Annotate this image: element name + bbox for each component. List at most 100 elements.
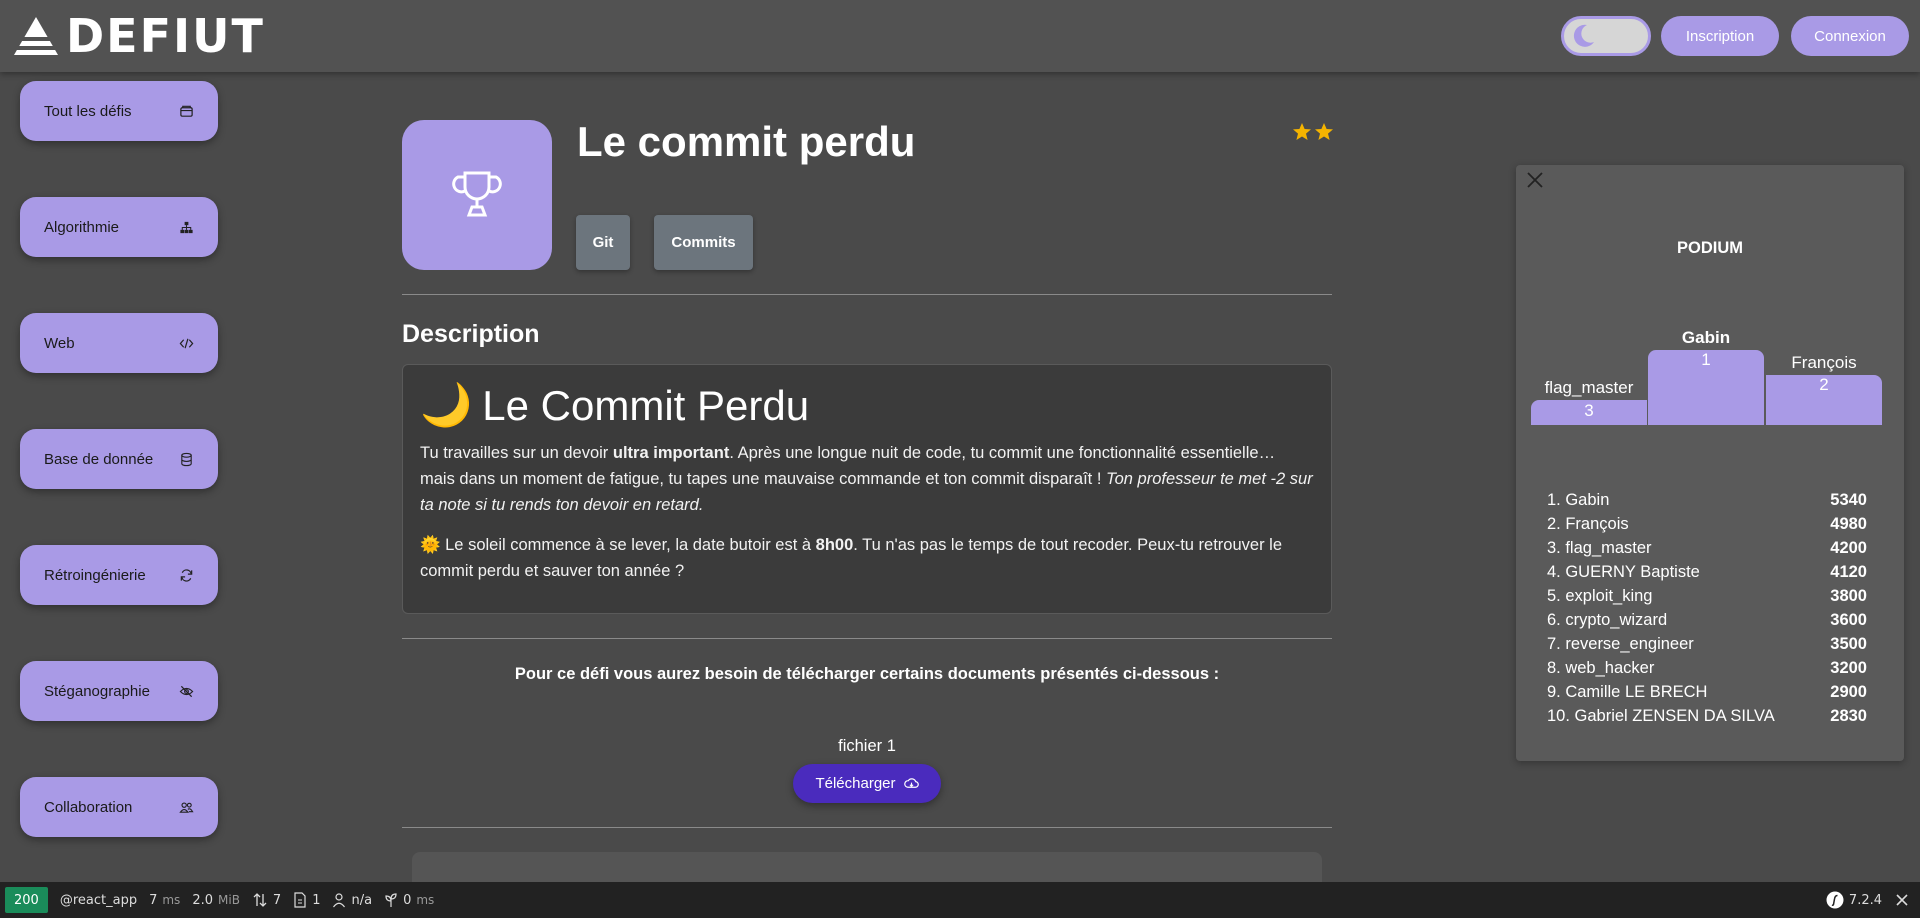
podium-second-name: François	[1791, 353, 1857, 372]
download-button-label: Télécharger	[815, 775, 896, 792]
time-metric[interactable]: 7 ms	[149, 893, 180, 908]
desc-text: Le soleil commence à se lever, la date b…	[440, 536, 816, 554]
route-label: @react_app	[59, 892, 138, 908]
player-score: 4980	[1830, 515, 1867, 533]
cloud-download-icon	[903, 778, 919, 788]
podium-panel: PODIUM Gabin 1 François 2 flag_master 3 …	[1516, 165, 1904, 761]
logo-triangle-icon	[14, 17, 58, 55]
sun-emoji: 🌞	[420, 536, 441, 554]
sidebar-item-steganography[interactable]: Stéganographie	[20, 661, 218, 721]
player-name: 1. Gabin	[1547, 491, 1610, 509]
user-metric[interactable]: n/a	[332, 892, 372, 908]
sidebar-item-collaboration[interactable]: Collaboration	[20, 777, 218, 837]
divider	[402, 827, 1332, 828]
player-name: 10. Gabriel ZENSEN DA SILVA	[1547, 707, 1775, 725]
time-value: 7	[149, 892, 158, 908]
memory-metric[interactable]: 2.0 MiB	[192, 893, 240, 908]
player-score: 4200	[1830, 539, 1867, 557]
leaderboard-row: 8. web_hacker 3200	[1547, 656, 1867, 680]
star-icon	[1315, 123, 1333, 140]
description-paragraph-2: 🌞 Le soleil commence à se lever, la date…	[420, 532, 1314, 584]
challenge-icon-tile	[402, 120, 552, 270]
star-icon	[1293, 123, 1311, 140]
podium-third-place: 3	[1584, 401, 1594, 420]
status-badge[interactable]: 200	[5, 887, 48, 913]
sidebar-item-label: Base de donnée	[44, 450, 154, 468]
file-icon	[294, 892, 306, 908]
description-title-text: Le Commit Perdu	[482, 381, 810, 429]
player-name: 8. web_hacker	[1547, 659, 1655, 677]
files-metric[interactable]: 1	[293, 892, 320, 908]
tag-commits[interactable]: Commits	[654, 215, 753, 270]
theme-toggle[interactable]	[1561, 16, 1651, 56]
sidebar-item-web[interactable]: Web	[20, 313, 218, 373]
sidebar-item-algorithmie[interactable]: Algorithmie	[20, 197, 218, 257]
user-icon	[333, 893, 346, 908]
player-score: 3600	[1830, 611, 1867, 629]
users-icon	[179, 801, 194, 813]
leaderboard-row: 7. reverse_engineer 3500	[1547, 632, 1867, 656]
render-value: 0	[403, 892, 412, 908]
signup-button[interactable]: Inscription	[1661, 16, 1779, 56]
hierarchy-icon	[180, 221, 193, 233]
player-score: 3500	[1830, 635, 1867, 653]
player-score: 2830	[1830, 707, 1867, 725]
sidebar-item-label: Collaboration	[44, 798, 133, 816]
difficulty-rating	[1292, 122, 1334, 142]
sidebar-item-reverse-engineering[interactable]: Rétroingénierie	[20, 545, 218, 605]
sidebar-item-all-challenges[interactable]: Tout les défis	[20, 81, 218, 141]
next-section-card	[412, 852, 1322, 882]
sidebar-item-label: Stéganographie	[44, 682, 150, 700]
divider	[402, 294, 1332, 295]
desc-text: Tu travailles sur un devoir	[420, 444, 613, 462]
debug-toolbar: 200 @react_app 7 ms 2.0 MiB 7 1 n/a 0 ms 7.…	[0, 882, 1920, 918]
symfony-version[interactable]: 7.2.4	[1826, 891, 1882, 909]
player-score: 3800	[1830, 587, 1867, 605]
desc-bold: 8h00	[815, 536, 854, 554]
player-name: 6. crypto_wizard	[1547, 611, 1668, 629]
sidebar-item-label: Rétroingénierie	[44, 566, 146, 584]
leaderboard-list: 1. Gabin 5340 2. François 4980 3. flag_mas…	[1547, 488, 1867, 728]
brand-name: DEFIUT	[66, 9, 265, 63]
tag-git[interactable]: Git	[576, 215, 630, 270]
symfony-logo-icon	[1826, 891, 1844, 909]
sidebar-item-label: Web	[44, 334, 75, 352]
memory-unit: MiB	[218, 893, 240, 907]
leaderboard-row: 5. exploit_king 3800	[1547, 584, 1867, 608]
sprout-icon	[385, 893, 397, 907]
player-score: 4120	[1830, 563, 1867, 581]
leaderboard-row: 10. Gabriel ZENSEN DA SILVA 2830	[1547, 704, 1867, 728]
player-score: 5340	[1830, 491, 1867, 509]
description-title: 🌙 Le Commit Perdu	[420, 381, 1314, 430]
podium-first-place: 1	[1701, 350, 1711, 369]
leaderboard-row: 1. Gabin 5340	[1547, 488, 1867, 512]
leaderboard-row: 3. flag_master 4200	[1547, 536, 1867, 560]
leaderboard-row: 6. crypto_wizard 3600	[1547, 608, 1867, 632]
leaderboard-row: 2. François 4980	[1547, 512, 1867, 536]
player-name: 4. GUERNY Baptiste	[1547, 563, 1700, 581]
render-unit: ms	[416, 893, 435, 907]
podium-third-block: 3	[1531, 400, 1647, 425]
description-paragraph-1: Tu travailles sur un devoir ultra import…	[420, 440, 1314, 518]
close-icon[interactable]	[1896, 894, 1908, 906]
render-metric[interactable]: 0 ms	[384, 892, 434, 908]
brand-logo[interactable]: DEFIUT	[12, 9, 265, 63]
download-button[interactable]: Télécharger	[793, 764, 941, 803]
player-name: 3. flag_master	[1547, 539, 1652, 557]
sidebar-item-database[interactable]: Base de donnée	[20, 429, 218, 489]
close-icon[interactable]	[1524, 169, 1546, 191]
login-button[interactable]: Connexion	[1791, 16, 1909, 56]
sidebar-item-label: Algorithmie	[44, 218, 120, 236]
moon-emoji: 🌙	[420, 381, 473, 428]
route-name[interactable]: @react_app	[60, 893, 137, 908]
memory-value: 2.0	[192, 892, 213, 908]
requests-metric[interactable]: 7	[252, 892, 281, 908]
refresh-icon	[180, 568, 193, 582]
description-heading: Description	[402, 320, 540, 348]
podium-second-place: 2	[1819, 375, 1829, 394]
moon-icon	[1573, 24, 1594, 47]
podium-second-block: 2	[1766, 375, 1882, 425]
time-unit: ms	[162, 893, 181, 907]
challenge-title: Le commit perdu	[577, 118, 916, 165]
player-name: 5. exploit_king	[1547, 587, 1653, 605]
